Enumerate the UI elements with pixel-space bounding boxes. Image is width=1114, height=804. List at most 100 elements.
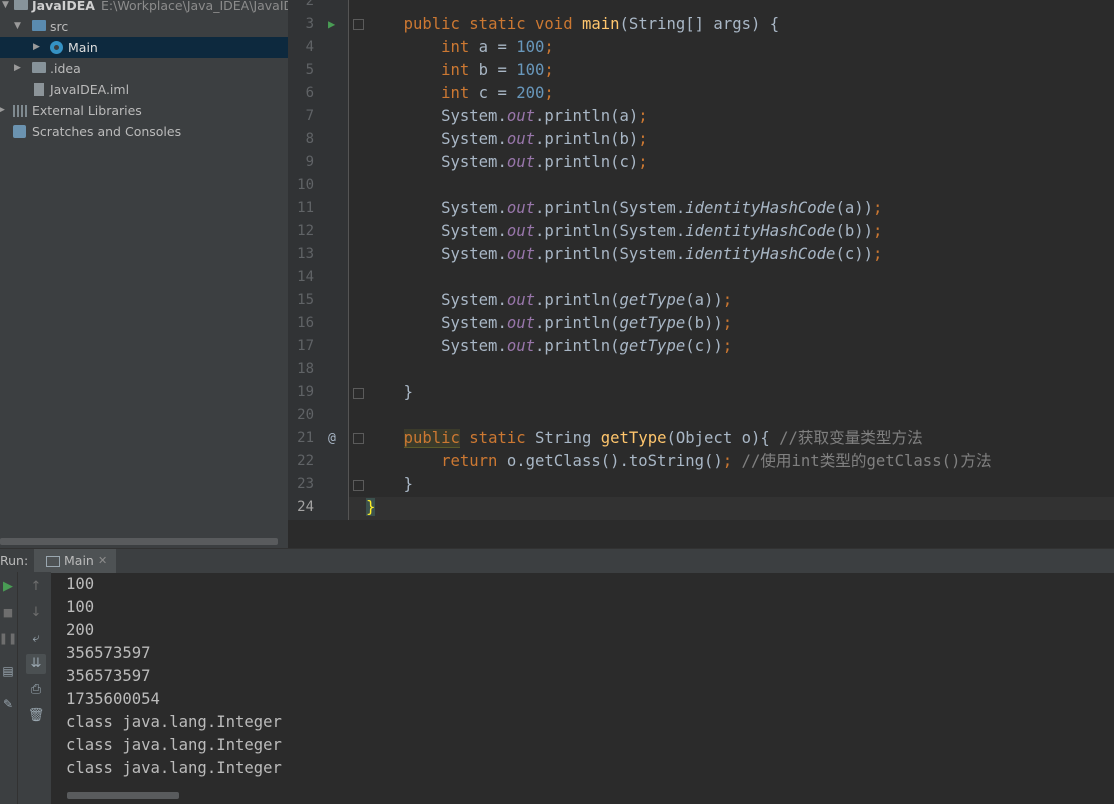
run-tab-main[interactable]: Main ✕ bbox=[34, 549, 116, 573]
code-line: System.out.println(b); bbox=[441, 130, 648, 148]
down-arrow-icon[interactable]: ↓ bbox=[26, 603, 46, 623]
fold-icon[interactable] bbox=[353, 19, 364, 30]
scroll-to-end-icon[interactable]: ⇊ bbox=[26, 654, 46, 674]
line-number: 9 bbox=[305, 154, 314, 170]
editor-empty-area bbox=[288, 520, 1114, 548]
code-line: public static void main(String[] args) { bbox=[403, 15, 780, 33]
source-folder-icon bbox=[32, 20, 46, 31]
fold-icon[interactable] bbox=[353, 433, 364, 444]
print-icon[interactable]: ⎙ bbox=[26, 680, 46, 700]
line-number: 6 bbox=[305, 85, 314, 101]
line-number: 21 bbox=[297, 430, 314, 446]
folder-icon bbox=[32, 62, 46, 73]
code-line: return o.getClass().toString(); //使用int类… bbox=[441, 452, 992, 470]
run-tool-window: Run: Main ✕ ▶ ■ ❚❚ ▤ ✎ ↑ ↓ ⤶ ⇊ ⎙ 🗑 100 10… bbox=[0, 548, 1114, 804]
chevron-down-icon[interactable]: ▼ bbox=[2, 0, 9, 16]
run-label: Run: bbox=[0, 553, 29, 568]
console-line: 100 bbox=[66, 575, 95, 593]
tree-item-label: .idea bbox=[50, 61, 81, 76]
line-number: 11 bbox=[297, 200, 314, 216]
library-icon bbox=[13, 105, 29, 117]
line-number: 13 bbox=[297, 246, 314, 262]
line-number: 16 bbox=[297, 315, 314, 331]
run-icon[interactable]: ▶ bbox=[0, 577, 18, 597]
layout-icon[interactable]: ▤ bbox=[0, 661, 18, 681]
console-output[interactable]: 100 100 200 356573597 356573597 1735600054 cla… bbox=[51, 572, 1114, 796]
run-toolbar-left: ▶ ■ ❚❚ ▤ ✎ bbox=[0, 572, 17, 804]
code-line: int c = 200; bbox=[441, 84, 554, 102]
line-number: 15 bbox=[297, 292, 314, 308]
project-name: JavaIDEA bbox=[32, 0, 95, 13]
fold-icon[interactable] bbox=[353, 388, 364, 399]
project-panel: ▼ JavaIDEA E:\Workplace\Java_IDEA\JavaID… bbox=[0, 0, 288, 548]
soft-wrap-icon[interactable]: ⤶ bbox=[26, 629, 46, 649]
code-line: } bbox=[403, 475, 413, 493]
code-line: System.out.println(System.identityHashCo… bbox=[441, 222, 883, 240]
console-line: 100 bbox=[66, 598, 95, 616]
close-icon[interactable]: ✕ bbox=[98, 549, 107, 573]
pause-icon[interactable]: ❚❚ bbox=[0, 629, 18, 649]
line-number: 5 bbox=[305, 62, 314, 78]
current-line-highlight bbox=[288, 497, 1114, 520]
code-line: System.out.println(System.identityHashCo… bbox=[441, 199, 883, 217]
code-line: public static String getType(Object o){ … bbox=[403, 429, 923, 448]
run-gutter-icon[interactable]: ▶ bbox=[328, 13, 335, 36]
project-path: E:\Workplace\Java_IDEA\JavaIDEA bbox=[101, 0, 288, 13]
code-editor[interactable]: 2 3 4 5 6 7 8 9 10 11 12 13 14 15 16 17 18 19 20 21 22 23 24 ▶… bbox=[288, 0, 1114, 548]
tree-item-label: Scratches and Consoles bbox=[32, 124, 182, 139]
horizontal-scrollbar[interactable] bbox=[0, 538, 278, 545]
tree-item-main[interactable]: ▶ Main bbox=[0, 37, 288, 58]
code-line: System.out.println(getType(b)); bbox=[441, 314, 733, 332]
line-number: 10 bbox=[297, 177, 314, 193]
code-line: System.out.println(getType(a)); bbox=[441, 291, 733, 309]
trash-icon[interactable]: 🗑 bbox=[26, 706, 46, 726]
run-tab-label: Main bbox=[64, 553, 94, 568]
console-line: 1735600054 bbox=[66, 690, 160, 708]
fold-icon[interactable] bbox=[353, 480, 364, 491]
pin-icon[interactable]: ✎ bbox=[0, 694, 18, 714]
code-line: System.out.println(getType(c)); bbox=[441, 337, 733, 355]
code-line: System.out.println(a); bbox=[441, 107, 648, 125]
file-icon bbox=[34, 83, 44, 96]
console-line: 356573597 bbox=[66, 644, 151, 662]
line-number: 20 bbox=[297, 407, 314, 423]
folder-icon bbox=[14, 0, 28, 10]
tree-item-label: src bbox=[50, 19, 69, 34]
line-number: 18 bbox=[297, 361, 314, 377]
line-number: 24 bbox=[297, 499, 314, 515]
line-number: 17 bbox=[297, 338, 314, 354]
code-line: int a = 100; bbox=[441, 38, 554, 56]
code-line: } bbox=[403, 383, 413, 401]
line-number: 19 bbox=[297, 384, 314, 400]
up-arrow-icon[interactable]: ↑ bbox=[26, 577, 46, 597]
class-icon bbox=[50, 41, 63, 54]
code-line: System.out.println(System.identityHashCo… bbox=[441, 245, 883, 263]
chevron-right-icon[interactable]: ▶ bbox=[0, 100, 5, 121]
chevron-down-icon[interactable]: ▼ bbox=[14, 16, 21, 37]
line-number: 7 bbox=[305, 108, 314, 124]
override-gutter-icon[interactable]: @ bbox=[328, 427, 336, 450]
line-number: 23 bbox=[297, 476, 314, 492]
tree-item-label: JavaIDEA.iml bbox=[50, 82, 130, 97]
console-line: class java.lang.Integer bbox=[66, 713, 282, 731]
console-line: 356573597 bbox=[66, 667, 151, 685]
line-number: 8 bbox=[305, 131, 314, 147]
stop-icon[interactable]: ■ bbox=[0, 603, 18, 623]
run-header: Run: Main ✕ bbox=[0, 548, 1114, 573]
code-line: System.out.println(c); bbox=[441, 153, 648, 171]
chevron-right-icon[interactable]: ▶ bbox=[14, 58, 21, 79]
line-number: 4 bbox=[305, 39, 314, 55]
console-icon bbox=[46, 556, 60, 567]
console-line: 200 bbox=[66, 621, 95, 639]
scratches-icon bbox=[13, 125, 26, 138]
horizontal-scrollbar[interactable] bbox=[67, 792, 179, 799]
gutter-divider bbox=[348, 0, 349, 520]
line-number: 22 bbox=[297, 453, 314, 469]
console-line: class java.lang.Integer bbox=[66, 759, 282, 777]
line-number: 12 bbox=[297, 223, 314, 239]
tree-item-label: Main bbox=[68, 40, 98, 55]
code-line: int b = 100; bbox=[441, 61, 554, 79]
chevron-right-icon[interactable]: ▶ bbox=[33, 37, 40, 58]
line-number: 14 bbox=[297, 269, 314, 285]
code-line: } bbox=[366, 498, 376, 516]
